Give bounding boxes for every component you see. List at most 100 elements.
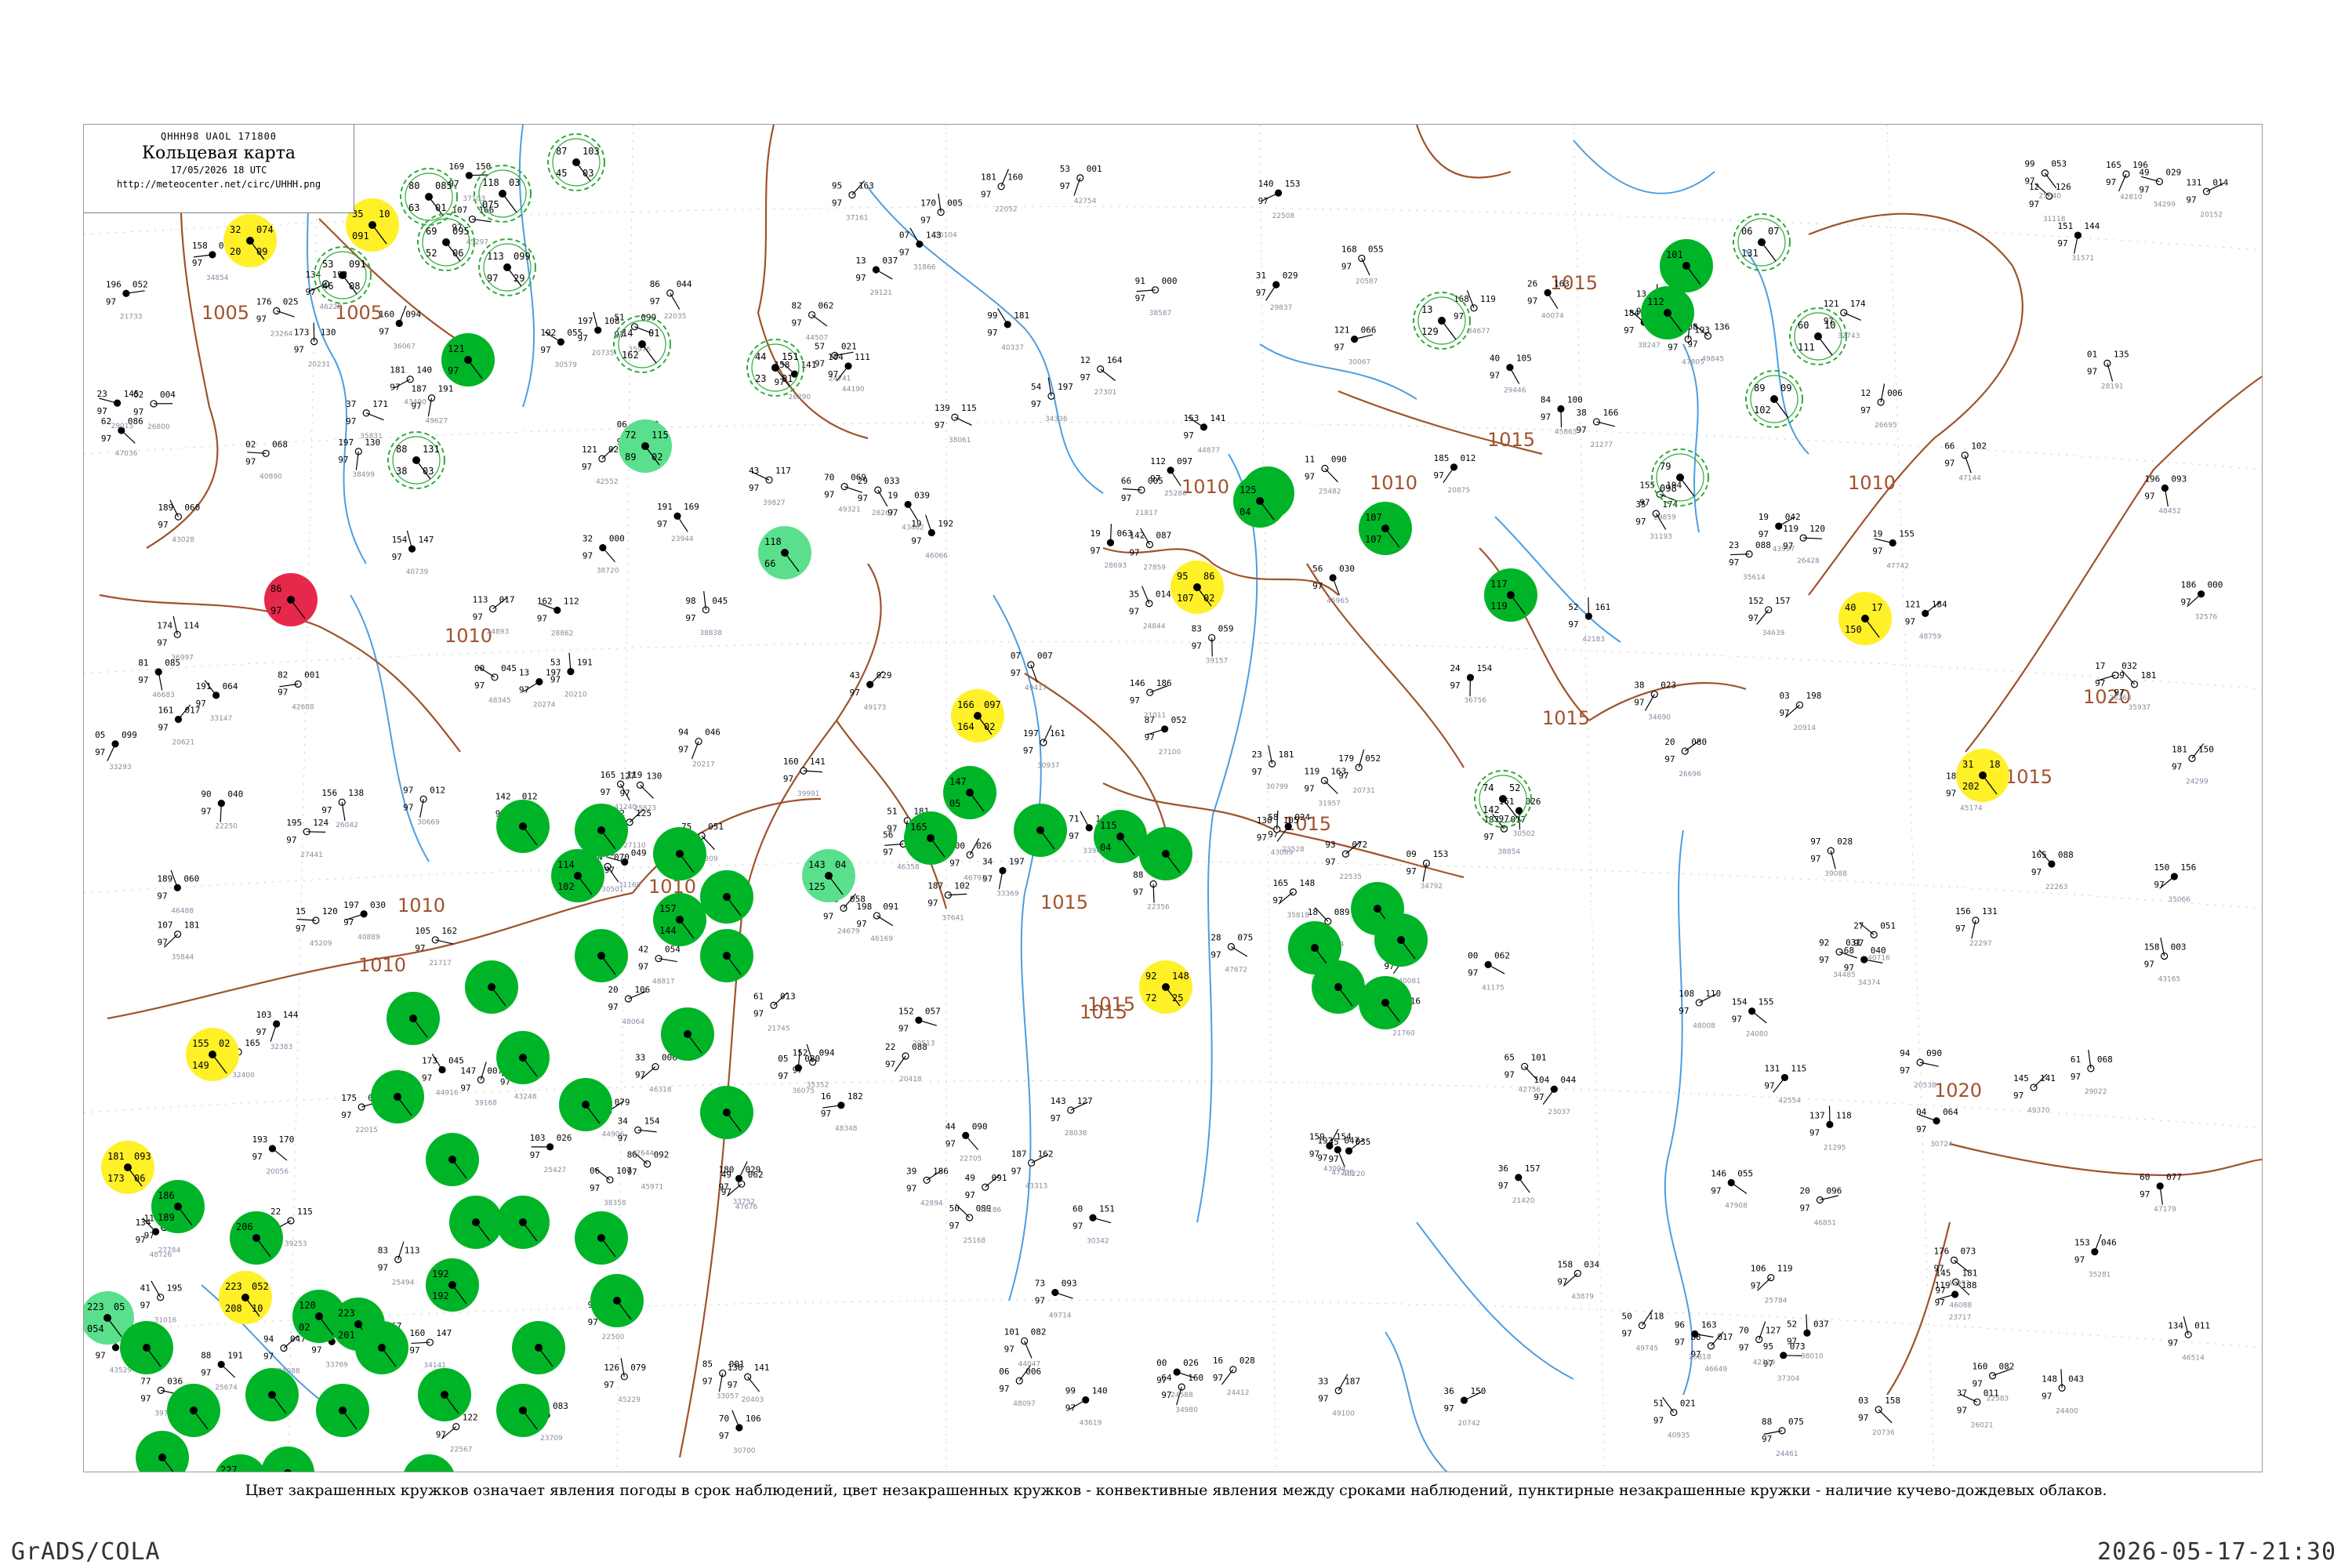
svg-text:60: 60 [2140,1172,2150,1182]
svg-text:13: 13 [855,256,866,266]
weather-circle: 143 125 04 [802,849,855,902]
station-plot: 00 062 97 41175 [1468,950,1510,992]
svg-text:97: 97 [590,1183,600,1193]
station-value: 206 [236,1221,253,1232]
svg-text:42754: 42754 [1074,198,1097,205]
station-plot: 88 191 97 25674 [201,1350,243,1392]
svg-text:97: 97 [343,917,354,927]
station-value: 091 [349,259,366,270]
svg-text:032: 032 [2122,661,2137,671]
svg-text:182: 182 [848,1091,863,1102]
station-plot: 82 001 97 42688 [278,670,320,711]
isobar-label: 1015 [1487,429,1535,451]
svg-text:47179: 47179 [2154,1206,2176,1214]
svg-text:181: 181 [1962,1268,1977,1278]
svg-text:011: 011 [2194,1320,2210,1330]
svg-text:97: 97 [305,287,315,297]
svg-text:46088: 46088 [1949,1301,1972,1309]
map-url[interactable]: http://meteocenter.net/circ/UHHH.png [84,179,354,190]
svg-text:97: 97 [832,198,842,209]
svg-text:072: 072 [1352,840,1367,850]
isobar-label: 1010 [1848,472,1896,494]
station-value: 06 [1741,226,1752,237]
station-plot: 161 017 97 20621 [158,704,200,747]
svg-text:191: 191 [657,502,673,512]
weather-circle: 118 66 [758,526,811,579]
station-plot: 49 029 97 34299 [2139,168,2181,209]
svg-text:44190: 44190 [842,386,865,394]
svg-text:158: 158 [1885,1396,1900,1406]
svg-text:06: 06 [590,1166,600,1176]
svg-text:97: 97 [753,1008,764,1018]
svg-text:30067: 30067 [1348,359,1371,367]
station-value: 192 [432,1269,449,1279]
svg-text:24893: 24893 [487,629,510,637]
svg-text:22297: 22297 [1969,940,1992,948]
svg-text:158: 158 [192,241,208,251]
svg-text:31160: 31160 [619,882,641,890]
svg-text:013: 013 [780,991,796,1001]
svg-text:003: 003 [2171,942,2187,953]
svg-text:141: 141 [754,1363,770,1373]
weather-circle [120,1321,173,1374]
svg-text:192: 192 [938,518,953,528]
svg-text:97: 97 [158,723,168,733]
svg-text:35614: 35614 [1743,574,1766,582]
station-plot: 43 029 97 49173 [850,670,892,712]
station-plot: 36 157 97 21420 [1498,1163,1541,1205]
station-value: 144 [659,925,677,936]
svg-text:24588: 24588 [1171,1392,1193,1399]
svg-text:042: 042 [1785,512,1801,522]
svg-text:97: 97 [1858,1413,1868,1423]
station-value: 72 [625,430,636,441]
svg-text:97: 97 [1819,955,1829,965]
station-plot: 139 115 97 38061 [935,403,977,445]
svg-text:028: 028 [1837,837,1853,847]
svg-text:33369: 33369 [996,891,1019,898]
station-plot: 121 0279742552 [582,445,624,486]
svg-text:24299: 24299 [2186,778,2209,786]
svg-text:97: 97 [252,1152,262,1162]
station-plot: 158 003 97 43165 [2144,937,2187,984]
svg-text:017: 017 [1510,815,1526,825]
svg-text:154: 154 [392,535,408,545]
svg-text:97: 97 [2031,867,2042,877]
svg-text:34792: 34792 [1420,883,1443,891]
svg-text:145: 145 [124,389,140,399]
svg-text:97: 97 [1334,343,1345,353]
isobar-label: 1010 [445,625,492,647]
station-value: 102 [557,881,575,892]
svg-text:25674: 25674 [215,1384,238,1392]
svg-text:139: 139 [935,403,950,413]
svg-text:143: 143 [926,230,942,240]
svg-text:060: 060 [183,873,199,884]
svg-text:150: 150 [2154,862,2169,873]
station-plot: 95 163 97 37161 [832,180,874,223]
weather-circle: 186 189 [151,1180,205,1233]
svg-text:197: 197 [343,900,359,910]
svg-text:70: 70 [1739,1326,1749,1336]
svg-text:41991: 41991 [1947,1279,1970,1287]
svg-text:97: 97 [201,807,211,817]
svg-text:140: 140 [1092,1386,1108,1396]
svg-text:38854: 38854 [1497,848,1520,856]
station-plot: 103 144 9732383 [256,1010,299,1051]
svg-text:98: 98 [685,596,695,606]
svg-text:20418: 20418 [899,1076,922,1083]
station-plot: 140 153 9722508 [1258,179,1301,220]
station-value: 142 [1483,804,1500,815]
station-plot: 35 014 97 24844 [1129,586,1171,631]
station-plot: 189 060 97 43028 [158,499,200,544]
station-plot: 198 0919746169 [856,902,898,943]
svg-text:97: 97 [2042,1391,2052,1401]
svg-text:158: 158 [2144,942,2160,953]
svg-text:27301: 27301 [1094,389,1117,397]
station-plot: 61 068 97 29022 [2071,1049,2113,1096]
station-plot: 40 105 97 29446 [1490,354,1532,395]
svg-text:97: 97 [927,898,938,909]
svg-text:39088: 39088 [1824,870,1847,878]
map-title: Кольцевая карта [141,143,296,163]
svg-text:97: 97 [1130,695,1140,706]
svg-text:97: 97 [987,328,997,338]
svg-text:31: 31 [1256,270,1266,281]
